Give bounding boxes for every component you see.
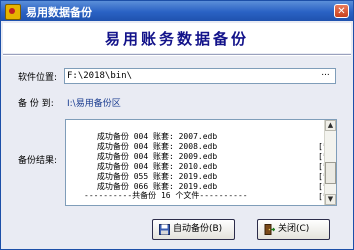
results-summary: ----------共备份 16 个文件---------- <box>84 191 248 200</box>
list-item: 成功备份 004 账套: 2010.edb [*新] <box>68 152 336 181</box>
title-bar[interactable]: 易用数据备份 ✕ <box>1 1 353 21</box>
backup-destination-value: I:\易用备份区 <box>67 99 121 109</box>
header-banner: 易用账务数据备份 <box>3 23 351 53</box>
scroll-thumb[interactable] <box>325 162 336 184</box>
auto-backup-label: 自动备份(B) <box>173 224 223 234</box>
exit-door-icon <box>264 224 275 235</box>
scroll-up-arrow-icon[interactable]: ▲ <box>325 120 336 131</box>
results-scrollbar[interactable]: ▲ ▼ <box>324 120 336 205</box>
browse-button[interactable]: ... <box>319 69 332 81</box>
list-item: 成功备份 004 账套: 2008.edb [*新] <box>68 132 336 161</box>
backup-dialog: 易用数据备份 ✕ 易用账务数据备份 软件位置: F:\2018\bin\ ...… <box>0 0 354 250</box>
header-divider <box>3 54 351 56</box>
results-label: 备份结果: <box>18 156 58 166</box>
results-list[interactable]: 成功备份 004 账套: 2007.edb [*新] 成功备份 004 账套: … <box>65 119 337 206</box>
page-title: 易用账务数据备份 <box>104 30 249 48</box>
close-label: 关闭(C) <box>278 224 310 234</box>
close-window-button[interactable]: ✕ <box>334 4 349 18</box>
save-icon <box>159 224 170 235</box>
list-item: 成功备份 004 账套: 2009.edb [*新] <box>68 142 336 171</box>
auto-backup-button[interactable]: 自动备份(B) <box>152 219 235 240</box>
backup-to-label: 备 份 到: <box>18 99 54 109</box>
list-item: 成功备份 004 账套: 2007.edb [*新] <box>68 122 336 151</box>
app-icon <box>5 4 21 20</box>
list-item: 成功备份 055 账套: 2019.edb [*被修改] <box>68 162 336 191</box>
window-title: 易用数据备份 <box>26 6 92 19</box>
software-location-field[interactable]: F:\2018\bin\ <box>64 68 336 84</box>
software-location-label: 软件位置: <box>18 73 58 83</box>
close-button[interactable]: 关闭(C) <box>257 219 330 240</box>
scroll-down-arrow-icon[interactable]: ▼ <box>325 194 336 205</box>
list-item: 成功备份 066 账套: 2019.edb [*被修改] <box>68 172 336 201</box>
